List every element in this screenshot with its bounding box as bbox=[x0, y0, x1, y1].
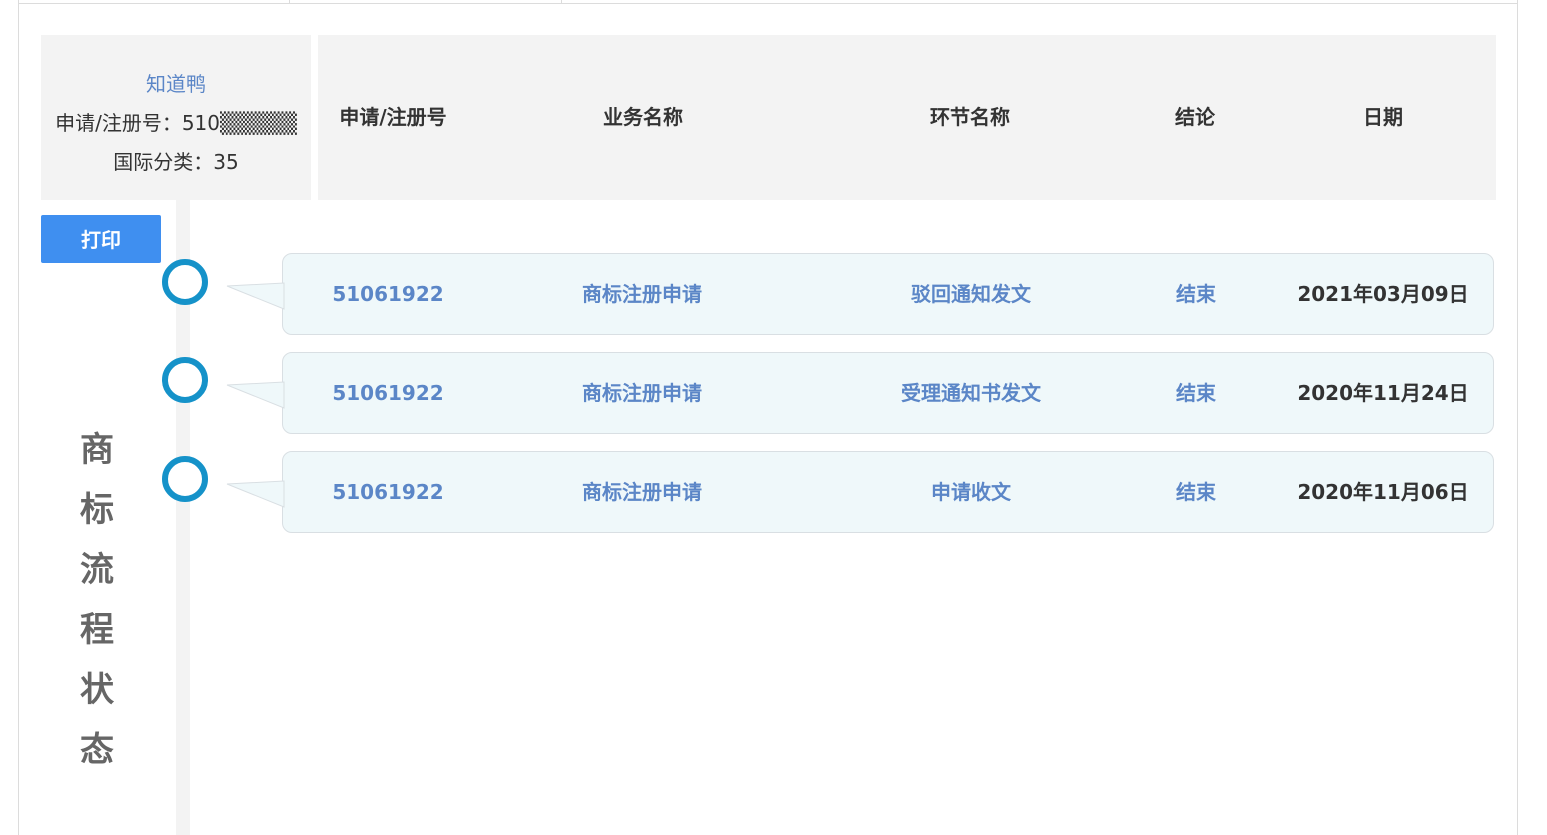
header-business: 业务名称 bbox=[603, 105, 683, 129]
row-reg-no[interactable]: 51061922 bbox=[283, 254, 493, 334]
row-reg-no[interactable]: 51061922 bbox=[283, 452, 493, 532]
table-row: 51061922 商标注册申请 驳回通知发文 结束 2021年03月09日 bbox=[226, 253, 1494, 335]
row-pointer bbox=[226, 480, 285, 508]
row-result[interactable]: 结束 bbox=[1136, 452, 1256, 532]
side-title: 商 标 流 程 状 态 bbox=[75, 420, 119, 780]
side-title-char: 商 bbox=[80, 430, 114, 470]
side-title-char: 状 bbox=[80, 670, 114, 710]
row-stage[interactable]: 受理通知书发文 bbox=[871, 353, 1071, 433]
international-class: 国际分类：35 bbox=[113, 150, 239, 174]
side-title-char: 标 bbox=[80, 490, 114, 530]
header-result: 结论 bbox=[1175, 105, 1215, 129]
header-date: 日期 bbox=[1363, 105, 1403, 129]
row-date: 2021年03月09日 bbox=[1297, 282, 1469, 306]
row-result[interactable]: 结束 bbox=[1136, 353, 1256, 433]
side-title-char: 态 bbox=[80, 730, 114, 770]
row-business[interactable]: 商标注册申请 bbox=[542, 353, 742, 433]
table-header: 申请/注册号 业务名称 环节名称 结论 日期 bbox=[318, 35, 1496, 200]
timeline-dot bbox=[162, 456, 208, 502]
header-reg-no: 申请/注册号 bbox=[339, 105, 447, 129]
row-reg-no[interactable]: 51061922 bbox=[283, 353, 493, 433]
print-button[interactable]: 打印 bbox=[41, 215, 161, 263]
row-pointer bbox=[226, 381, 285, 409]
row-date: 2020年11月06日 bbox=[1297, 480, 1469, 504]
table-row: 51061922 商标注册申请 受理通知书发文 结束 2020年11月24日 bbox=[226, 352, 1494, 434]
row-date: 2020年11月24日 bbox=[1297, 381, 1469, 405]
row-pointer bbox=[226, 282, 285, 310]
registration-number: 申请/注册号：510▒▒▒▒▒ bbox=[55, 111, 297, 135]
header-stage: 环节名称 bbox=[930, 105, 1010, 129]
company-name[interactable]: 知道鸭 bbox=[41, 68, 311, 97]
row-business[interactable]: 商标注册申请 bbox=[542, 452, 742, 532]
row-result[interactable]: 结束 bbox=[1136, 254, 1256, 334]
side-title-char: 程 bbox=[80, 610, 114, 650]
table-row: 51061922 商标注册申请 申请收文 结束 2020年11月06日 bbox=[226, 451, 1494, 533]
trademark-info-panel: 知道鸭 申请/注册号：510▒▒▒▒▒ 国际分类：35 bbox=[41, 35, 311, 200]
row-business[interactable]: 商标注册申请 bbox=[542, 254, 742, 334]
row-stage[interactable]: 驳回通知发文 bbox=[871, 254, 1071, 334]
timeline-dot bbox=[162, 357, 208, 403]
side-title-char: 流 bbox=[80, 550, 114, 590]
row-stage[interactable]: 申请收文 bbox=[871, 452, 1071, 532]
timeline-dot bbox=[162, 259, 208, 305]
